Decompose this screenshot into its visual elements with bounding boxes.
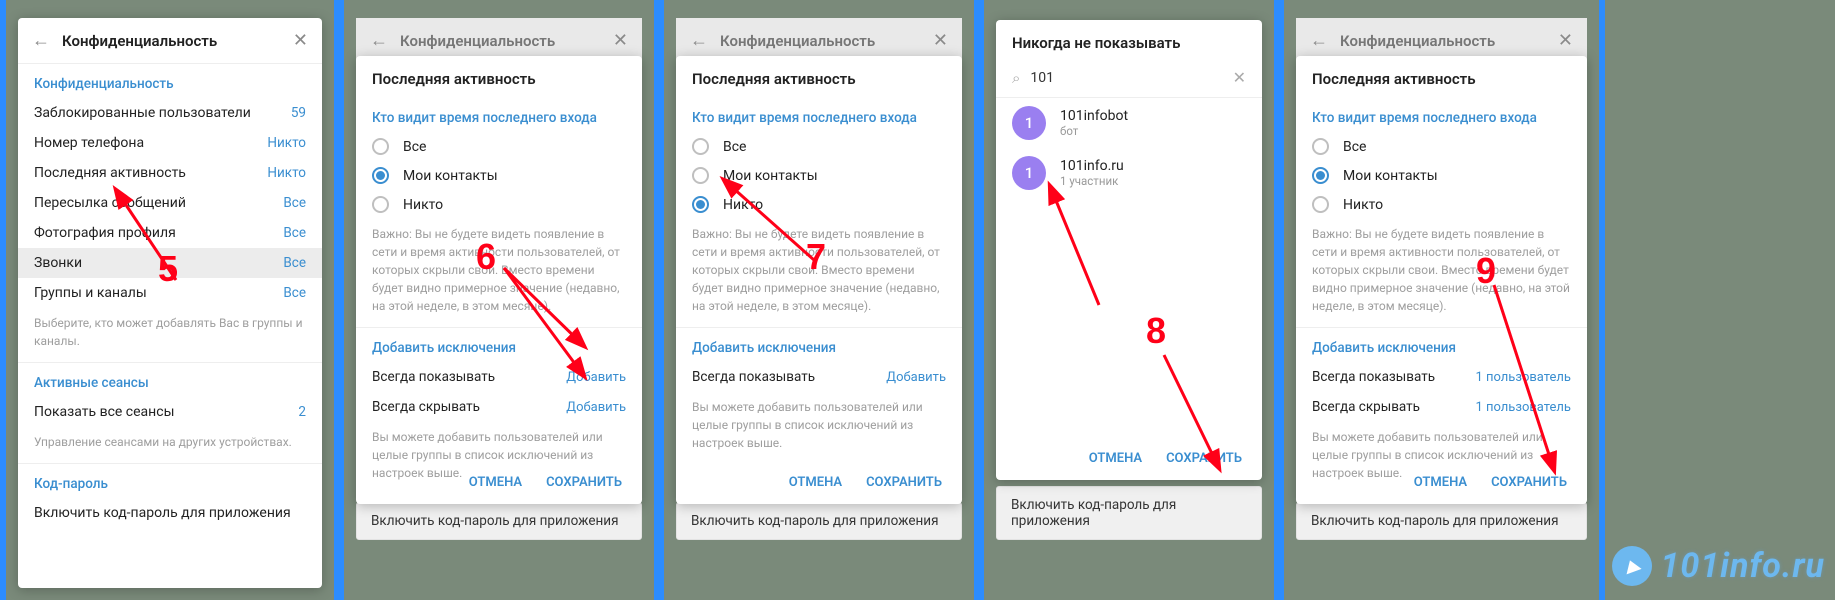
- radio-contacts[interactable]: Мои контакты: [356, 161, 642, 190]
- dialog-title: Последняя активность: [676, 56, 962, 98]
- back-icon[interactable]: ←: [370, 30, 388, 51]
- cancel-button[interactable]: ОТМЕНА: [1414, 475, 1467, 490]
- row-show-sessions[interactable]: Показать все сеансы2: [18, 397, 322, 427]
- avatar: 1: [1012, 106, 1046, 140]
- radio-icon: [692, 167, 709, 184]
- annotation-5: 5: [158, 248, 178, 290]
- row-phone[interactable]: Номер телефонаНикто: [18, 128, 322, 158]
- search-row: ⌕ ✕: [996, 62, 1262, 98]
- clear-icon[interactable]: ✕: [1233, 68, 1246, 87]
- radio-icon: [372, 138, 389, 155]
- paper-plane-icon: [1612, 546, 1652, 586]
- back-icon[interactable]: ←: [1310, 30, 1328, 51]
- cancel-button[interactable]: ОТМЕНА: [1089, 451, 1142, 466]
- radio-icon: [372, 196, 389, 213]
- close-icon[interactable]: ✕: [613, 30, 628, 51]
- annotation-9: 9: [1476, 250, 1496, 292]
- behind-row[interactable]: Включить код-пароль для приложения: [1296, 502, 1587, 540]
- cancel-button[interactable]: ОТМЕНА: [469, 475, 522, 490]
- radio-icon: [692, 196, 709, 213]
- cancel-button[interactable]: ОТМЕНА: [789, 475, 842, 490]
- annotation-7: 7: [806, 236, 826, 278]
- radio-icon: [1312, 167, 1329, 184]
- header: ← Конфиденциальность ✕: [18, 18, 322, 64]
- close-icon[interactable]: ✕: [933, 30, 948, 51]
- behind-row[interactable]: Включить код-пароль для приложения: [676, 502, 962, 540]
- section-who-sees: Кто видит время последнего входа: [676, 98, 962, 132]
- section-sessions: Активные сеансы: [18, 363, 322, 397]
- panel-last-activity-1: ← Конфиденциальность ✕ Последняя активно…: [344, 0, 654, 600]
- radio-everybody[interactable]: Все: [356, 132, 642, 161]
- save-button[interactable]: СОХРАНИТЬ: [546, 475, 622, 490]
- radio-contacts[interactable]: Мои контакты: [1296, 161, 1587, 190]
- search-icon: ⌕: [1012, 69, 1020, 87]
- hint-groups: Выберите, кто может добавлять Вас в груп…: [18, 308, 322, 363]
- radio-icon: [692, 138, 709, 155]
- radio-everybody[interactable]: Все: [676, 132, 962, 161]
- panel-last-activity-3: ← Конфиденциальность ✕ Последняя активно…: [1284, 0, 1599, 600]
- section-exceptions: Добавить исключения: [676, 328, 962, 362]
- radio-everybody[interactable]: Все: [1296, 132, 1587, 161]
- annotation-6: 6: [476, 236, 496, 278]
- radio-nobody[interactable]: Никто: [356, 190, 642, 219]
- section-passcode: Код-пароль: [18, 464, 322, 498]
- result-group[interactable]: 1 101info.ru1 участник: [996, 148, 1262, 198]
- panel-never-show: Никогда не показывать ⌕ ✕ 1 101infobotбо…: [984, 0, 1274, 600]
- radio-icon: [372, 167, 389, 184]
- radio-icon: [1312, 196, 1329, 213]
- close-icon[interactable]: ✕: [1558, 30, 1573, 51]
- row-enable-passcode[interactable]: Включить код-пароль для приложения: [18, 498, 322, 528]
- hint-sessions: Управление сеансами на других устройства…: [18, 427, 322, 464]
- row-blocked-users[interactable]: Заблокированные пользователи59: [18, 98, 322, 128]
- save-button[interactable]: СОХРАНИТЬ: [866, 475, 942, 490]
- result-bot[interactable]: 1 101infobotбот: [996, 98, 1262, 148]
- back-icon[interactable]: ←: [32, 30, 50, 51]
- search-input[interactable]: [1030, 70, 1232, 86]
- section-who-sees: Кто видит время последнего входа: [1296, 98, 1587, 132]
- panel-last-activity-2: ← Конфиденциальность ✕ Последняя активно…: [664, 0, 974, 600]
- back-icon[interactable]: ←: [690, 30, 708, 51]
- radio-nobody[interactable]: Никто: [1296, 190, 1587, 219]
- annotation-8: 8: [1146, 310, 1166, 352]
- dialog-title: Последняя активность: [356, 56, 642, 98]
- behind-row[interactable]: Включить код-пароль для приложения: [996, 486, 1262, 540]
- panel-privacy-settings: ← Конфиденциальность ✕ Конфиденциальност…: [6, 0, 334, 600]
- radio-icon: [1312, 138, 1329, 155]
- close-icon[interactable]: ✕: [293, 30, 308, 51]
- behind-row[interactable]: Включить код-пароль для приложения: [356, 502, 642, 540]
- hint-exceptions: Вы можете добавить пользователей или цел…: [676, 392, 962, 464]
- page-title: Конфиденциальность: [62, 32, 293, 50]
- section-privacy: Конфиденциальность: [18, 64, 322, 98]
- avatar: 1: [1012, 156, 1046, 190]
- section-who-sees: Кто видит время последнего входа: [356, 98, 642, 132]
- dialog-title: Последняя активность: [1296, 56, 1587, 98]
- watermark: 101info.ru: [1612, 546, 1825, 586]
- dialog-title: Никогда не показывать: [996, 20, 1262, 62]
- row-always-show[interactable]: Всегда показыватьДобавить: [676, 362, 962, 392]
